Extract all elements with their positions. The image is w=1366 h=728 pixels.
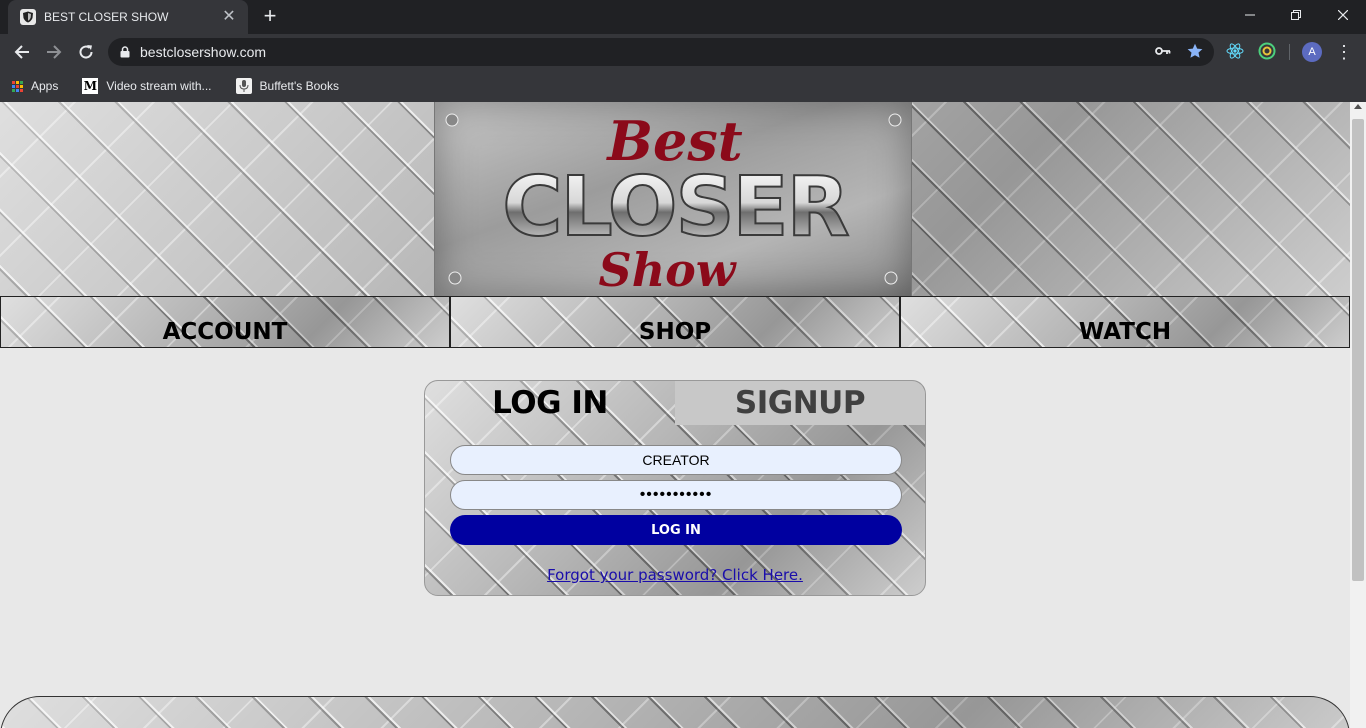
close-window-icon: [1338, 10, 1348, 20]
bookmark-apps[interactable]: Apps: [12, 79, 58, 93]
tab-signup[interactable]: SIGNUP: [675, 381, 925, 425]
footer-band: [0, 696, 1350, 728]
auth-tabs: LOG IN SIGNUP: [425, 381, 925, 425]
tab-title: BEST CLOSER SHOW: [44, 10, 169, 24]
login-card: LOG IN SIGNUP LOG IN Forgot your passwor…: [424, 380, 926, 596]
login-submit-button[interactable]: LOG IN: [450, 515, 902, 545]
profile-avatar[interactable]: A: [1302, 42, 1322, 62]
star-icon[interactable]: [1184, 40, 1206, 62]
main-nav: ACCOUNT SHOP WATCH: [0, 296, 1350, 348]
bookmark-label: Apps: [31, 79, 59, 93]
new-tab-button[interactable]: +: [258, 5, 282, 29]
apps-grid-icon: [12, 80, 23, 92]
medium-m-icon: M: [82, 78, 99, 94]
back-button[interactable]: [10, 40, 34, 64]
forgot-password-link[interactable]: Forgot your password? Click Here.: [425, 566, 925, 584]
bookmark-label: Buffett's Books: [259, 79, 339, 93]
browser-tab[interactable]: BEST CLOSER SHOW ✕: [8, 0, 248, 34]
password-input[interactable]: [450, 480, 902, 510]
nav-watch[interactable]: WATCH: [900, 296, 1350, 348]
key-icon[interactable]: [1152, 40, 1174, 62]
kebab-menu-icon[interactable]: ⋮: [1334, 42, 1354, 62]
hero-banner: Best CLOSER Show: [0, 102, 1350, 296]
nav-account[interactable]: ACCOUNT: [0, 296, 450, 348]
forward-arrow-icon: [47, 45, 62, 59]
url-text: bestclosershow.com: [140, 44, 267, 60]
shield-icon: [20, 9, 36, 25]
forward-button[interactable]: [42, 40, 66, 64]
nav-shop[interactable]: SHOP: [450, 296, 900, 348]
username-input[interactable]: [450, 445, 902, 475]
screw-icon: [445, 113, 459, 127]
restore-window-button[interactable]: [1273, 0, 1319, 30]
toolbar-divider: [1289, 44, 1290, 60]
screw-icon: [884, 271, 898, 285]
lock-icon[interactable]: [120, 46, 130, 58]
restore-icon: [1291, 10, 1301, 20]
back-arrow-icon: [14, 45, 29, 59]
tab-login[interactable]: LOG IN: [425, 381, 675, 425]
react-devtools-icon[interactable]: [1224, 40, 1246, 62]
browser-toolbar: bestclosershow.com A ⋮: [0, 34, 1366, 70]
bookmark-label: Video stream with...: [106, 79, 212, 93]
buffett-books-icon: [235, 78, 252, 94]
page-scrollbar[interactable]: [1350, 102, 1366, 728]
minimize-window-button[interactable]: [1227, 0, 1273, 30]
site-logo[interactable]: Best CLOSER Show: [434, 102, 912, 296]
address-bar[interactable]: bestclosershow.com: [108, 38, 1214, 66]
page-viewport: Best CLOSER Show ACCOUNT SHOP WATCH LOG …: [0, 102, 1350, 728]
close-tab-icon[interactable]: ✕: [220, 8, 238, 26]
bookmark-buffetts-books[interactable]: Buffett's Books: [235, 78, 339, 94]
minimize-icon: [1245, 14, 1255, 16]
logo-closer-text: CLOSER: [502, 160, 848, 255]
scrollbar-thumb[interactable]: [1352, 119, 1364, 581]
close-window-button[interactable]: [1320, 0, 1366, 30]
scroll-up-arrow-icon[interactable]: [1354, 104, 1362, 109]
circle-extension-icon[interactable]: [1256, 40, 1278, 62]
screw-icon: [888, 113, 902, 127]
logo-show-text: Show: [599, 243, 737, 296]
bookmarks-bar: Apps M Video stream with... Buffett's Bo…: [0, 70, 1366, 102]
browser-tab-strip: BEST CLOSER SHOW ✕ +: [0, 0, 1366, 34]
screw-icon: [448, 271, 462, 285]
reload-button[interactable]: [74, 40, 98, 64]
reload-icon: [79, 45, 93, 59]
bookmark-video-stream[interactable]: M Video stream with...: [82, 78, 212, 94]
